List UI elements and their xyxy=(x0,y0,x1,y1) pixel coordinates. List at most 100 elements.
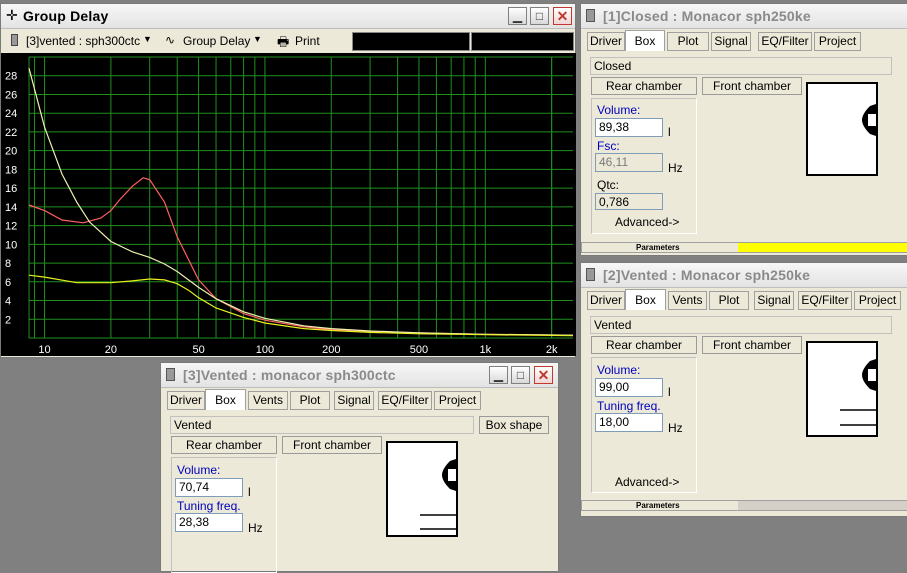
vented3-titlebar[interactable]: [3]Vented : monacor sph300ctc ▁ □ ✕ xyxy=(161,363,558,388)
tab-project[interactable]: Project xyxy=(814,32,861,51)
parameters-bar[interactable]: Parameters xyxy=(581,500,907,511)
mode-select[interactable]: ∿ Group Delay ▼ xyxy=(161,32,265,50)
tab-box[interactable]: Box xyxy=(625,30,665,51)
minimize-button[interactable]: ▁ xyxy=(508,7,527,25)
tab-signal[interactable]: Signal xyxy=(711,32,751,51)
window-title: [1]Closed : Monacor sph250ke xyxy=(603,8,811,24)
minimize-icon: ▁ xyxy=(512,9,523,23)
tuning-freq-input[interactable]: 18,00 xyxy=(595,413,663,432)
rear-chamber-button[interactable]: Rear chamber xyxy=(171,436,277,454)
driver-select[interactable]: [3]vented : sph300ctc ▼ xyxy=(6,32,154,50)
parameters-bar[interactable]: Parameters xyxy=(581,242,907,253)
vented2-tabs: Driver Box Vents Plot Signal EQ/Filter P… xyxy=(587,289,907,311)
tab-eq-filter[interactable]: EQ/Filter xyxy=(798,291,852,310)
tab-driver[interactable]: Driver xyxy=(587,291,625,310)
volume-unit: l xyxy=(248,485,251,499)
vented2-titlebar[interactable]: [2]Vented : Monacor sph250ke xyxy=(581,263,907,288)
closed-tabs: Driver Box Plot Signal EQ/Filter Project xyxy=(587,30,907,52)
tab-vents[interactable]: Vents xyxy=(668,291,707,310)
box-type-field[interactable]: Vented xyxy=(170,416,474,434)
close-icon: ✕ xyxy=(537,367,550,383)
tuning-freq-label: Tuning freq. xyxy=(177,499,241,513)
x-tick-label: 50 xyxy=(192,344,204,356)
x-tick-label: 1k xyxy=(479,344,491,356)
volume-unit: l xyxy=(668,125,671,139)
closed-titlebar[interactable]: [1]Closed : Monacor sph250ke xyxy=(581,4,907,29)
box-shape-button[interactable]: Box shape xyxy=(479,416,549,434)
chevron-down-icon: ▼ xyxy=(253,34,262,44)
close-button[interactable]: ✕ xyxy=(534,366,553,384)
volume-input[interactable]: 89,38 xyxy=(595,118,663,137)
tab-driver[interactable]: Driver xyxy=(167,391,205,410)
volume-input[interactable]: 99,00 xyxy=(595,378,663,397)
x-tick-label: 10 xyxy=(38,344,50,356)
front-chamber-button[interactable]: Front chamber xyxy=(282,436,382,454)
group-delay-chart[interactable]: 28 26 24 22 20 18 16 14 12 10 8 6 4 2 10 20 50 100 200 500 1… xyxy=(1,53,576,356)
tab-signal[interactable]: Signal xyxy=(334,391,374,410)
tab-plot[interactable]: Plot xyxy=(709,291,749,310)
y-tick-label: 24 xyxy=(5,108,17,120)
maximize-icon: □ xyxy=(516,368,525,382)
y-tick-label: 16 xyxy=(5,183,17,195)
tuning-freq-input[interactable]: 28,38 xyxy=(175,513,243,532)
volume-input[interactable]: 70,74 xyxy=(175,478,243,497)
chart-area[interactable]: 28 26 24 22 20 18 16 14 12 10 8 6 4 2 10 20 50 100 200 500 1… xyxy=(1,53,576,356)
tab-box[interactable]: Box xyxy=(205,389,246,410)
advanced-link[interactable]: Advanced-> xyxy=(615,475,679,489)
driver-select-value: [3]vented : sph300ctc xyxy=(26,34,141,48)
tab-project[interactable]: Project xyxy=(434,391,481,410)
parameters-label: Parameters xyxy=(636,243,680,252)
maximize-icon: □ xyxy=(535,9,544,23)
tab-plot[interactable]: Plot xyxy=(667,32,709,51)
speaker-driver-icon xyxy=(420,459,456,530)
x-tick-label: 20 xyxy=(105,344,117,356)
speaker-driver-icon xyxy=(840,359,876,426)
volume-unit: l xyxy=(668,385,671,399)
parameters-label: Parameters xyxy=(636,501,680,510)
tab-plot[interactable]: Plot xyxy=(290,391,330,410)
tab-signal[interactable]: Signal xyxy=(754,291,794,310)
vented3-tabs: Driver Box Vents Plot Signal EQ/Filter P… xyxy=(167,389,557,411)
front-chamber-button[interactable]: Front chamber xyxy=(702,336,802,354)
advanced-link[interactable]: Advanced-> xyxy=(615,215,679,229)
qtc-value: 0,786 xyxy=(595,193,663,210)
window-title: [2]Vented : Monacor sph250ke xyxy=(603,267,811,283)
toolbar: [3]vented : sph300ctc ▼ ∿ Group Delay ▼ … xyxy=(1,29,575,53)
tab-box[interactable]: Box xyxy=(625,289,666,310)
qtc-label: Qtc: xyxy=(597,178,620,192)
rear-chamber-button[interactable]: Rear chamber xyxy=(591,336,697,354)
tab-eq-filter[interactable]: EQ/Filter xyxy=(758,32,812,51)
front-chamber-button[interactable]: Front chamber xyxy=(702,77,802,95)
readout-box-2 xyxy=(471,32,574,51)
fsc-label: Fsc: xyxy=(597,139,620,153)
tuning-freq-unit: Hz xyxy=(668,421,683,435)
close-button[interactable]: ✕ xyxy=(553,7,572,25)
group-delay-titlebar[interactable]: ✛ Group Delay ▁ □ ✕ xyxy=(1,4,575,29)
fsc-input: 46,11 xyxy=(595,153,663,172)
print-button[interactable]: 🖶 Print xyxy=(275,32,335,50)
x-tick-label: 2k xyxy=(546,344,558,356)
readout-box-1 xyxy=(352,32,470,51)
rear-chamber-button[interactable]: Rear chamber xyxy=(591,77,697,95)
tab-eq-filter[interactable]: EQ/Filter xyxy=(378,391,432,410)
y-tick-label: 12 xyxy=(5,221,17,233)
tab-driver[interactable]: Driver xyxy=(587,32,625,51)
chevron-down-icon: ▼ xyxy=(143,34,152,44)
box-type-field[interactable]: Vented xyxy=(590,316,892,334)
minimize-button[interactable]: ▁ xyxy=(489,366,508,384)
speaker-icon xyxy=(166,368,175,381)
speaker-icon xyxy=(586,268,595,281)
tab-vents[interactable]: Vents xyxy=(248,391,288,410)
tab-project[interactable]: Project xyxy=(854,291,901,310)
y-tick-label: 20 xyxy=(5,146,17,158)
window-title: Group Delay xyxy=(23,8,109,24)
y-tick-label: 28 xyxy=(5,71,17,83)
y-tick-label: 22 xyxy=(5,127,17,139)
fsc-unit: Hz xyxy=(668,161,683,175)
volume-label: Volume: xyxy=(177,463,221,477)
box-type-field[interactable]: Closed xyxy=(590,57,892,75)
x-tick-label: 100 xyxy=(256,344,274,356)
maximize-button[interactable]: □ xyxy=(530,7,549,25)
maximize-button[interactable]: □ xyxy=(511,366,530,384)
tuning-freq-label: Tuning freq. xyxy=(597,399,661,413)
